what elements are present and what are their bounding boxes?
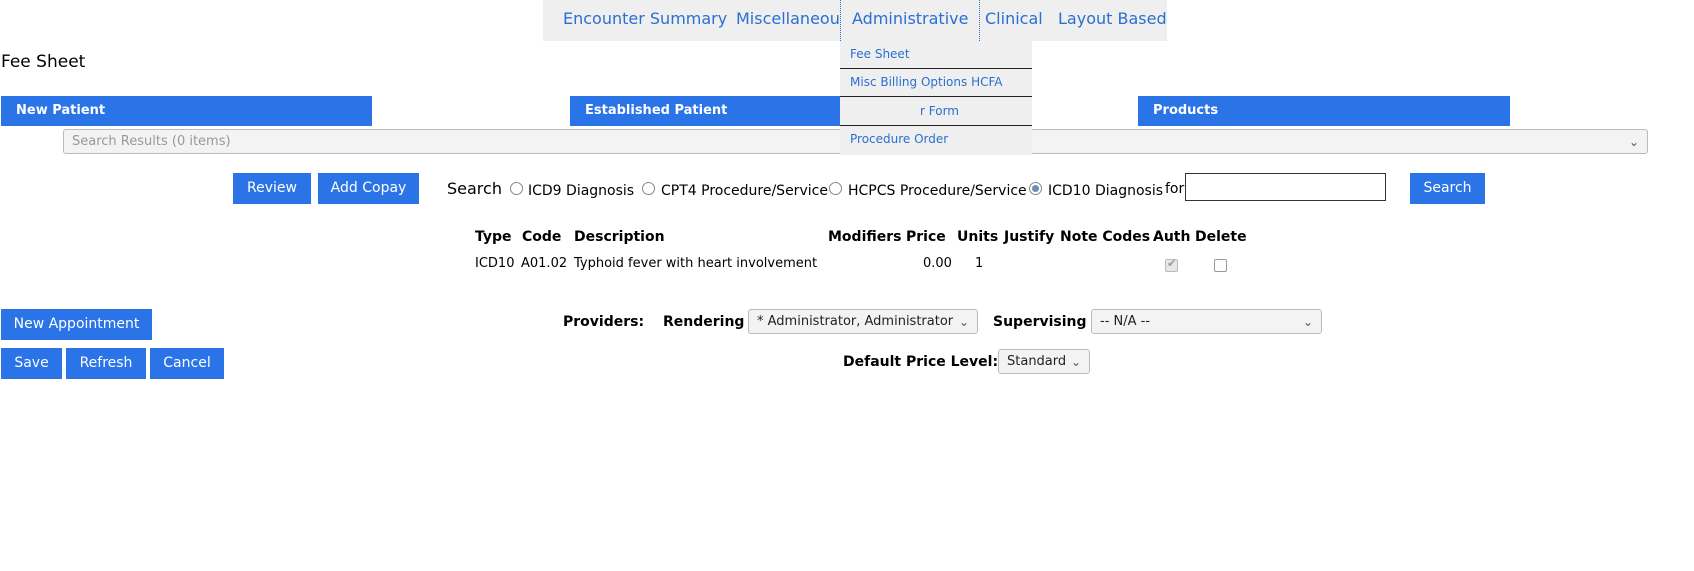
row-type: ICD10 [475,256,515,271]
row-code: A01.02 [521,256,568,271]
chevron-down-icon: ⌄ [958,315,969,329]
tab-administrative[interactable]: Administrative [840,0,981,41]
header-auth: Auth [1153,229,1191,245]
row-units: 1 [975,256,984,271]
top-nav: Encounter Summary Miscellaneous Administ… [543,0,1167,41]
header-type: Type [475,229,512,245]
page-title: Fee Sheet [1,52,86,72]
rendering-select[interactable]: * Administrator, Administrator ⌄ [748,309,978,334]
providers-label: Providers: [563,314,645,330]
radio-icd10-label: ICD10 Diagnosis [1048,183,1164,199]
save-button[interactable]: Save [1,348,62,379]
radio-icd9[interactable] [510,182,523,195]
row-description: Typhoid fever with heart involvement [574,256,818,271]
category-new-patient[interactable]: New Patient [1,96,372,126]
tab-layout-based[interactable]: Layout Based [1058,0,1167,41]
menu-item-form[interactable]: r Form [840,98,1032,126]
radio-cpt4-label: CPT4 Procedure/Service [661,183,828,199]
header-delete: Delete [1195,229,1247,245]
radio-icd9-label: ICD9 Diagnosis [528,183,635,199]
price-level-label: Default Price Level: [843,354,999,370]
header-description: Description [574,229,665,245]
tab-miscellaneous[interactable]: Miscellaneous [736,0,848,41]
search-input[interactable] [1185,173,1386,201]
header-modifiers: Modifiers [828,229,902,245]
search-label: Search [447,179,502,198]
tab-encounter-summary[interactable]: Encounter Summary [563,0,727,41]
rendering-value: * Administrator, Administrator [757,314,954,329]
menu-item-procedure-order[interactable]: Procedure Order [840,126,1032,154]
tab-clinical[interactable]: Clinical [985,0,1043,41]
price-level-select[interactable]: Standard ⌄ [998,349,1090,374]
radio-icd10[interactable] [1029,182,1042,195]
header-code: Code [522,229,562,245]
auth-checkbox[interactable] [1165,257,1178,272]
review-button[interactable]: Review [233,173,311,204]
rendering-label: Rendering [663,314,745,330]
cancel-button[interactable]: Cancel [150,348,224,379]
new-appointment-button[interactable]: New Appointment [1,309,152,340]
delete-checkbox[interactable] [1214,259,1227,272]
price-level-value: Standard [1007,354,1067,369]
header-price: Price [906,229,946,245]
for-label: for [1165,181,1185,197]
header-note-codes: Note Codes [1060,229,1151,245]
supervising-label: Supervising [993,314,1087,330]
menu-item-misc-billing-options-hcfa[interactable]: Misc Billing Options HCFA [840,69,1032,97]
header-units: Units [957,229,999,245]
supervising-select[interactable]: -- N/A -- ⌄ [1091,309,1322,334]
radio-cpt4[interactable] [642,182,655,195]
radio-hcpcs[interactable] [829,182,842,195]
supervising-value: -- N/A -- [1100,314,1151,329]
menu-item-fee-sheet[interactable]: Fee Sheet [840,41,1032,69]
category-products[interactable]: Products [1138,96,1510,126]
row-price: 0.00 [923,256,952,271]
header-justify: Justify [1004,229,1055,245]
refresh-button[interactable]: Refresh [66,348,146,379]
add-copay-button[interactable]: Add Copay [318,173,419,204]
chevron-down-icon: ⌄ [1302,315,1313,329]
search-results-label: Search Results (0 items) [72,134,231,149]
administrative-dropdown-menu: Fee Sheet Misc Billing Options HCFA r Fo… [840,41,1032,155]
chevron-down-icon: ⌄ [1628,135,1639,149]
search-button[interactable]: Search [1410,173,1485,204]
radio-hcpcs-label: HCPCS Procedure/Service [848,183,1027,199]
chevron-down-icon: ⌄ [1070,355,1081,369]
